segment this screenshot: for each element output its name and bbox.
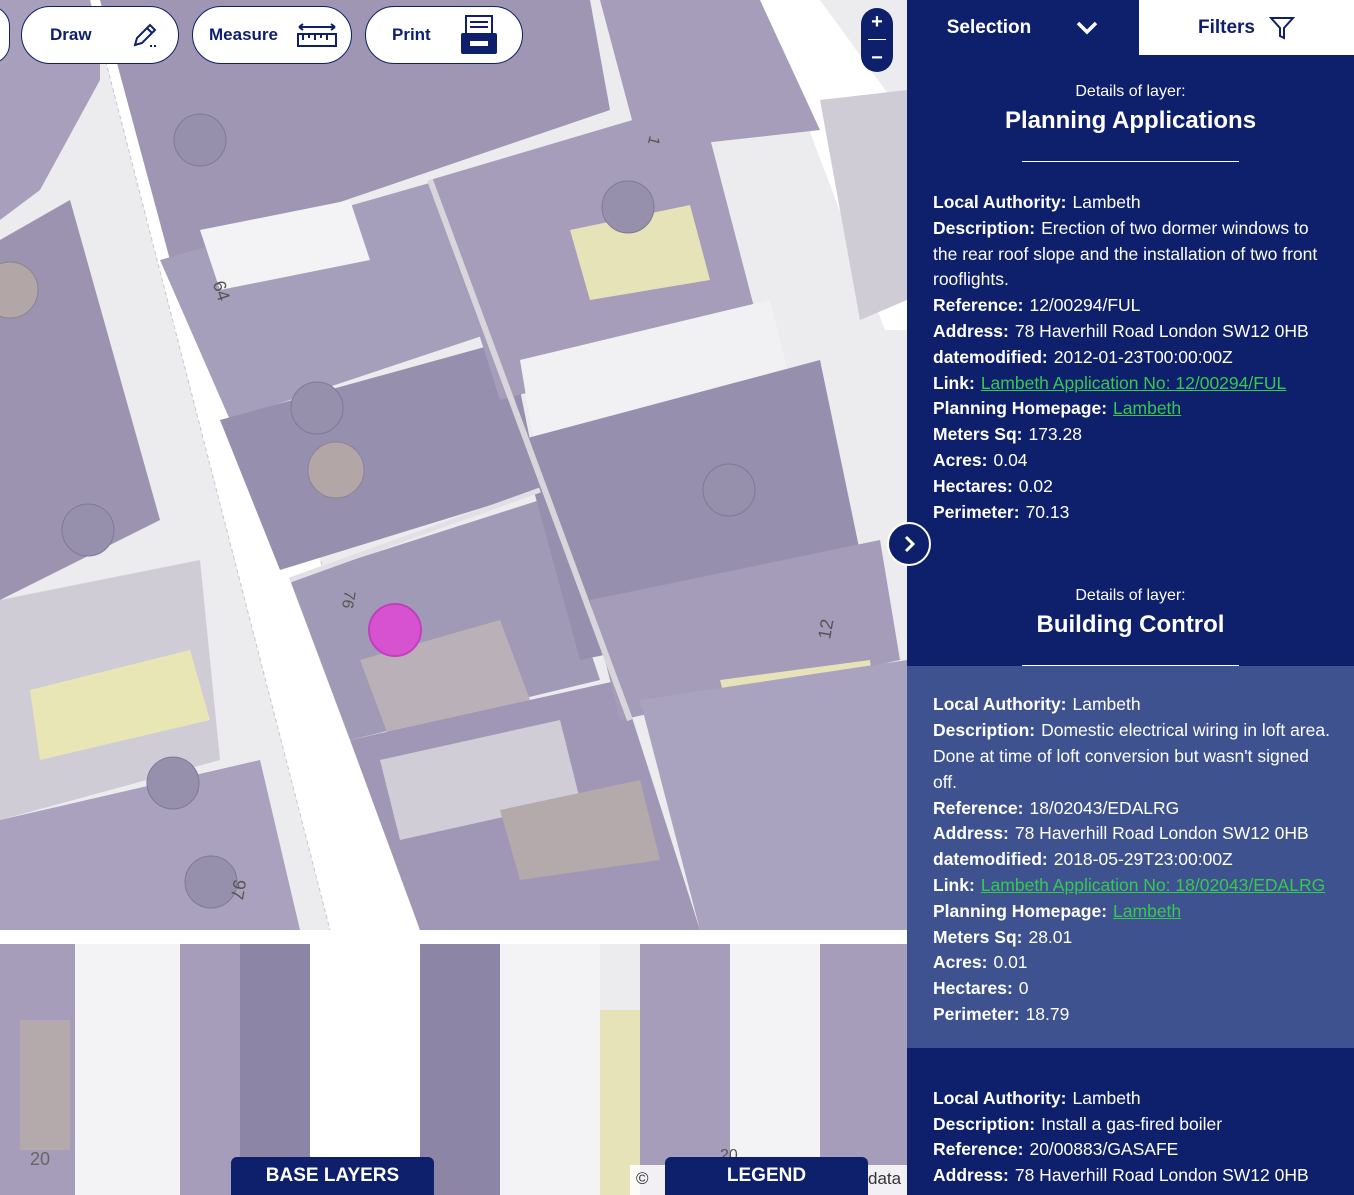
planning-homepage-link[interactable]: Lambeth <box>1113 901 1181 921</box>
record-field: Hectares: 0.02 <box>933 475 1053 496</box>
map-canvas[interactable]: 64 97 12 20 76 1 20 Draw Measure Print +… <box>0 0 907 1195</box>
zoom-out-button[interactable]: − <box>871 47 883 69</box>
planning-homepage-link[interactable]: Lambeth <box>1113 398 1181 418</box>
record-field: datemodified: 2018-05-29T23:00:00Z <box>933 849 1233 870</box>
print-label: Print <box>392 25 431 44</box>
measure-button[interactable]: Measure <box>192 6 352 64</box>
record-field: Link: Lambeth Application No: 18/02043/ED… <box>933 874 1326 895</box>
record-field: Reference: 18/02043/EDALRG <box>933 797 1180 818</box>
record-field: Reference: 12/00294/FUL <box>933 295 1141 316</box>
house-number: 12 <box>814 617 837 640</box>
record-field: Local Authority: Lambeth <box>933 694 1141 715</box>
map-basemap: 64 97 12 20 76120 <box>0 0 907 1195</box>
record-field: Local Authority: Lambeth <box>933 1087 1141 1108</box>
draw-button[interactable]: Draw <box>21 6 179 64</box>
map-attribution: © <box>630 1165 670 1195</box>
record-field: Reference: 20/00883/GASAFE <box>933 1139 1179 1160</box>
ruler-icon <box>297 22 337 48</box>
record-card: Local Authority: Lambeth Description: Erec… <box>907 162 1354 565</box>
record-field: Address: 78 Haverhill Road London SW12 0H… <box>933 1165 1309 1186</box>
map-attribution-tail: data <box>866 1165 907 1195</box>
record-field: Planning Homepage: Lambeth <box>933 900 1182 921</box>
record-card: Local Authority: Lambeth Description: Inst… <box>907 1048 1354 1195</box>
record-field: Description: Domestic electrical wiring i… <box>933 720 1330 792</box>
chevron-right-icon <box>904 535 916 553</box>
record-field: datemodified: 2012-01-23T00:00:00Z <box>933 346 1233 367</box>
app-root: 64 97 12 20 76 1 20 Draw Measure Print +… <box>0 0 1354 1195</box>
layer-header: Details of layer: Building Control <box>907 565 1354 667</box>
application-link[interactable]: Lambeth Application No: 18/02043/EDALRG <box>981 875 1325 895</box>
legend-tab[interactable]: LEGEND <box>665 1157 868 1195</box>
print-button[interactable]: Print <box>365 6 523 64</box>
draw-label: Draw <box>50 25 92 44</box>
measure-label: Measure <box>209 25 278 44</box>
house-number: 97 <box>227 878 250 901</box>
record-field: Link: Lambeth Application No: 12/00294/FU… <box>933 372 1287 393</box>
selected-location-marker[interactable] <box>368 603 422 657</box>
layer-subtitle: Details of layer: <box>1075 83 1186 100</box>
zoom-control: + − <box>861 8 893 72</box>
base-layers-tab[interactable]: BASE LAYERS <box>231 1157 434 1195</box>
record-field: Address: 78 Haverhill Road London SW12 0H… <box>933 823 1309 844</box>
record-field: Meters Sq: 28.01 <box>933 926 1073 947</box>
record-field: Hectares: 0 <box>933 978 1029 999</box>
layer-subtitle: Details of layer: <box>1075 587 1186 605</box>
printer-icon <box>460 15 498 55</box>
record-card: Local Authority: Lambeth Description: Dome… <box>907 666 1354 1048</box>
record-field: Description: Install a gas-fired boiler <box>933 1113 1223 1134</box>
tab-filters-label: Filters <box>1197 16 1256 38</box>
record-field: Acres: 0.01 <box>933 952 1028 973</box>
record-field: Planning Homepage: Lambeth <box>933 398 1182 419</box>
chevron-down-icon <box>1076 21 1098 34</box>
tab-selection[interactable]: Selection <box>907 0 1139 55</box>
collapse-panel-button[interactable] <box>887 522 931 566</box>
record-field: Perimeter: 70.13 <box>933 501 1070 522</box>
details-panel: Selection Filters Details of layer: Plan… <box>907 0 1354 1195</box>
zoom-divider <box>868 39 886 41</box>
layer-title: Building Control <box>1036 611 1225 639</box>
record-field: Acres: 0.04 <box>933 449 1028 470</box>
pencil-icon <box>130 20 160 50</box>
record-field: Local Authority: Lambeth <box>933 192 1141 212</box>
layer-header: Details of layer: Planning Applications <box>907 55 1354 162</box>
record-field: Description: Erection of two dormer windo… <box>933 217 1318 290</box>
tab-selection-label: Selection <box>946 16 1032 38</box>
tab-filters[interactable]: Filters <box>1139 0 1354 55</box>
house-number: 20 <box>30 1149 50 1169</box>
record-field: Meters Sq: 173.28 <box>933 424 1082 445</box>
filter-icon <box>1269 16 1296 40</box>
record-field: Perimeter: 18.79 <box>933 1003 1070 1024</box>
application-link[interactable]: Lambeth Application No: 12/00294/FUL <box>981 373 1286 393</box>
zoom-in-button[interactable]: + <box>871 11 883 33</box>
house-number: 76 <box>338 589 358 610</box>
record-field: Address: 78 Haverhill Road London SW12 0H… <box>933 320 1309 341</box>
layer-title: Planning Applications <box>1004 107 1257 134</box>
panel-tabs: Selection Filters <box>907 0 1354 55</box>
